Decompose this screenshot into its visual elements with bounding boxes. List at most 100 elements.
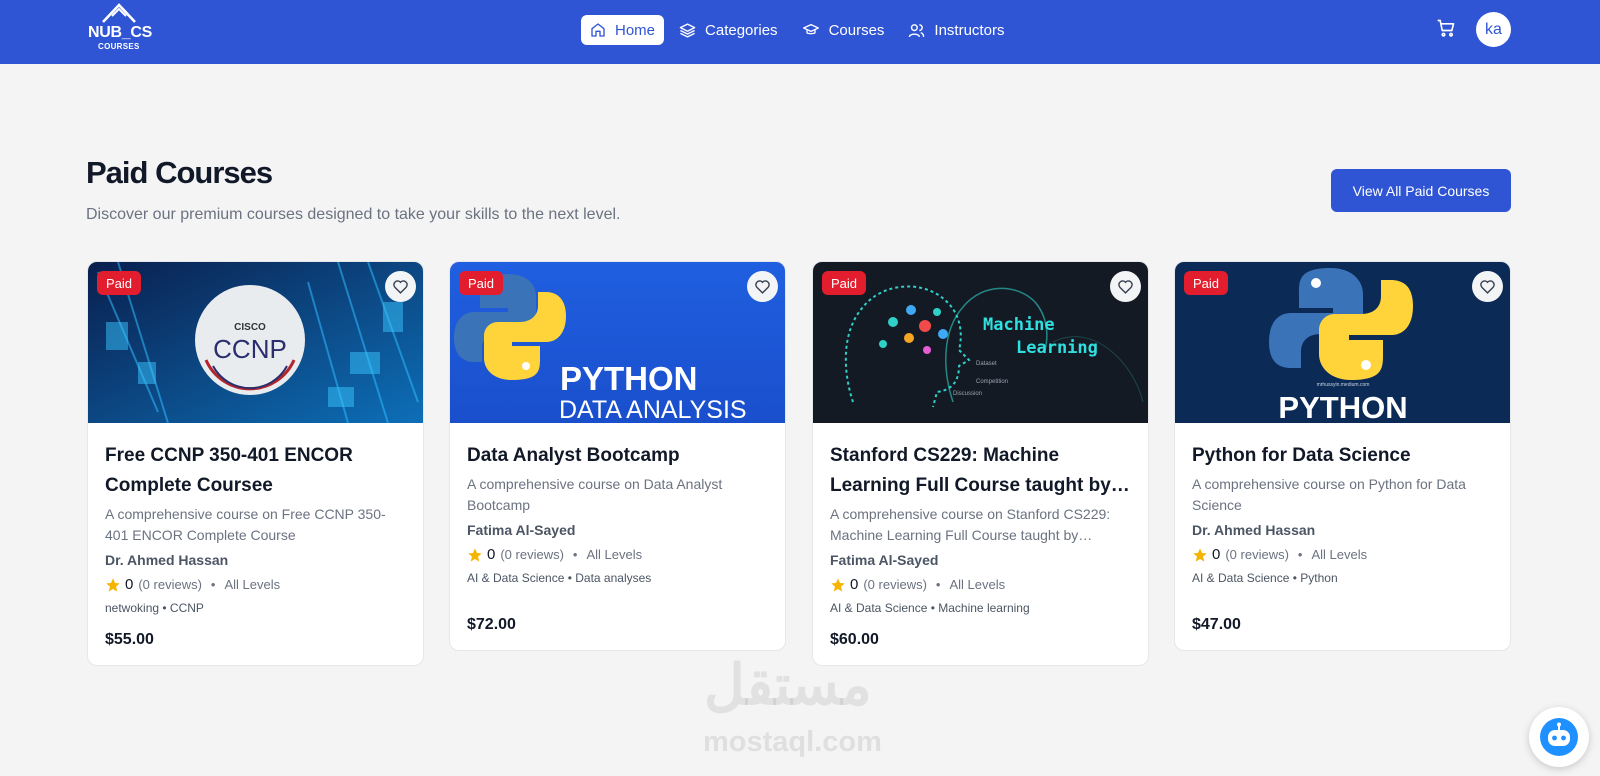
course-card[interactable]: Machine Learning Dataset Competition Dis… [812,261,1149,666]
wishlist-button[interactable] [385,271,416,302]
course-tags: AI & Data Science • Python [1192,571,1338,585]
svg-text:CISCO: CISCO [234,322,266,333]
meta-separator: • [935,577,941,592]
chatbot-button[interactable] [1529,707,1589,767]
star-icon [106,578,120,592]
course-description: A comprehensive course on Data Analyst B… [467,476,723,513]
course-title[interactable]: Data Analyst Bootcamp [467,441,768,471]
nav-instructors-label: Instructors [934,21,1005,39]
course-description: A comprehensive course on Stanford CS229… [830,506,1111,543]
svg-text:DATA ANALYSIS: DATA ANALYSIS [559,396,747,423]
cart-button[interactable] [1436,18,1458,40]
course-card-body: Free CCNP 350-401 ENCOR Complete Coursee… [88,423,423,665]
course-thumbnail: Machine Learning Dataset Competition Dis… [813,262,1148,423]
course-description: A comprehensive course on Python for Dat… [1192,476,1466,513]
review-count: (0 reviews) [863,577,927,592]
course-thumbnail: CISCO CCNP Paid [88,262,423,423]
graduation-cap-icon [802,24,819,35]
wishlist-button[interactable] [1110,271,1141,302]
meta-separator: • [210,577,216,592]
course-instructor: Fatima Al-Sayed [467,522,576,538]
course-description: A comprehensive course on Free CCNP 350-… [105,506,386,543]
svg-text:PYTHON: PYTHON [1278,390,1407,423]
course-price: $60.00 [830,631,879,648]
cart-icon [1437,19,1455,37]
navbar: NUB_CS COURSES Home Categories Courses I… [0,0,1600,64]
course-tags: AI & Data Science • Machine learning [830,601,1030,615]
paid-badge: Paid [459,271,504,295]
course-meta: 0 (0 reviews) • All Levels [467,545,768,565]
course-price: $72.00 [467,616,516,633]
course-meta: 0 (0 reviews) • All Levels [105,575,406,595]
user-avatar[interactable]: ka [1476,12,1511,47]
course-card[interactable]: CISCO CCNP Paid Free CCNP 350-401 ENCOR … [87,261,424,666]
course-tags: netwoking • CCNP [105,601,204,615]
course-card-body: Python for Data Science A comprehensive … [1175,423,1510,650]
nav-courses[interactable]: Courses [793,15,894,45]
paid-badge: Paid [822,271,867,295]
svg-text:mrhussyin.medium.com: mrhussyin.medium.com [1317,382,1370,388]
course-price: $47.00 [1192,616,1241,633]
brand-tagline: COURSES [98,42,140,51]
course-thumbnail: PYTHON DATA ANALYSIS Paid [450,262,785,423]
nav-home[interactable]: Home [581,15,665,45]
course-price: $55.00 [105,631,154,648]
course-level: All Levels [586,547,643,562]
brand-logo[interactable]: NUB_CS COURSES [86,2,156,54]
nav-categories[interactable]: Categories [670,15,787,45]
course-card-body: Stanford CS229: Machine Learning Full Co… [813,423,1148,665]
page-title: Paid Courses [86,155,273,190]
nav-categories-label: Categories [705,21,778,39]
rating-value: 0 [487,546,496,563]
page-subtitle: Discover our premium courses designed to… [86,206,621,223]
main-nav: Home Categories Courses Instructors [581,15,1019,45]
course-title[interactable]: Stanford CS229: Machine Learning Full Co… [830,441,1131,501]
svg-text:Dataset: Dataset [976,361,997,367]
course-instructor: Dr. Ahmed Hassan [105,552,229,568]
star-icon [468,548,482,562]
paid-badge: Paid [97,271,142,295]
course-thumbnail: mrhussyin.medium.com PYTHON Paid [1175,262,1510,423]
course-card-body: Data Analyst Bootcamp A comprehensive co… [450,423,785,650]
meta-separator: • [572,547,578,562]
course-card[interactable]: PYTHON DATA ANALYSIS Paid Data Analyst B… [449,261,786,651]
rating-value: 0 [850,576,859,593]
svg-text:Learning: Learning [1016,338,1098,358]
course-title[interactable]: Free CCNP 350-401 ENCOR Complete Coursee [105,441,406,501]
svg-text:Discussion: Discussion [953,391,982,397]
course-meta: 0 (0 reviews) • All Levels [1192,545,1493,565]
course-card[interactable]: mrhussyin.medium.com PYTHON Paid Python … [1174,261,1511,651]
star-icon [831,578,845,592]
watermark-latin: mostaql.com [703,726,882,758]
course-title[interactable]: Python for Data Science [1192,441,1493,471]
brand-name: NUB_CS [88,24,152,41]
rating-value: 0 [1212,546,1221,563]
course-level: All Levels [949,577,1006,592]
layers-icon [679,22,696,38]
heart-icon [393,280,408,294]
wishlist-button[interactable] [747,271,778,302]
review-count: (0 reviews) [1225,547,1289,562]
wishlist-button[interactable] [1472,271,1503,302]
chatbot-icon [1540,718,1578,756]
svg-text:CCNP: CCNP [213,334,287,364]
nav-home-label: Home [615,21,656,39]
star-icon [1193,548,1207,562]
course-meta: 0 (0 reviews) • All Levels [830,575,1131,595]
review-count: (0 reviews) [500,547,564,562]
view-all-paid-courses-button[interactable]: View All Paid Courses [1331,169,1511,212]
rating-value: 0 [125,576,134,593]
review-count: (0 reviews) [138,577,202,592]
nav-instructors[interactable]: Instructors [899,15,1013,45]
svg-text:PYTHON: PYTHON [560,360,698,397]
course-level: All Levels [224,577,281,592]
course-instructor: Fatima Al-Sayed [830,552,939,568]
course-tags: AI & Data Science • Data analyses [467,571,652,585]
users-icon [909,23,925,37]
heart-icon [755,280,770,294]
course-level: All Levels [1311,547,1368,562]
svg-text:Competition: Competition [976,379,1008,385]
heart-icon [1118,280,1133,294]
svg-text:Machine: Machine [983,315,1055,335]
logo-house-icon [102,3,136,23]
